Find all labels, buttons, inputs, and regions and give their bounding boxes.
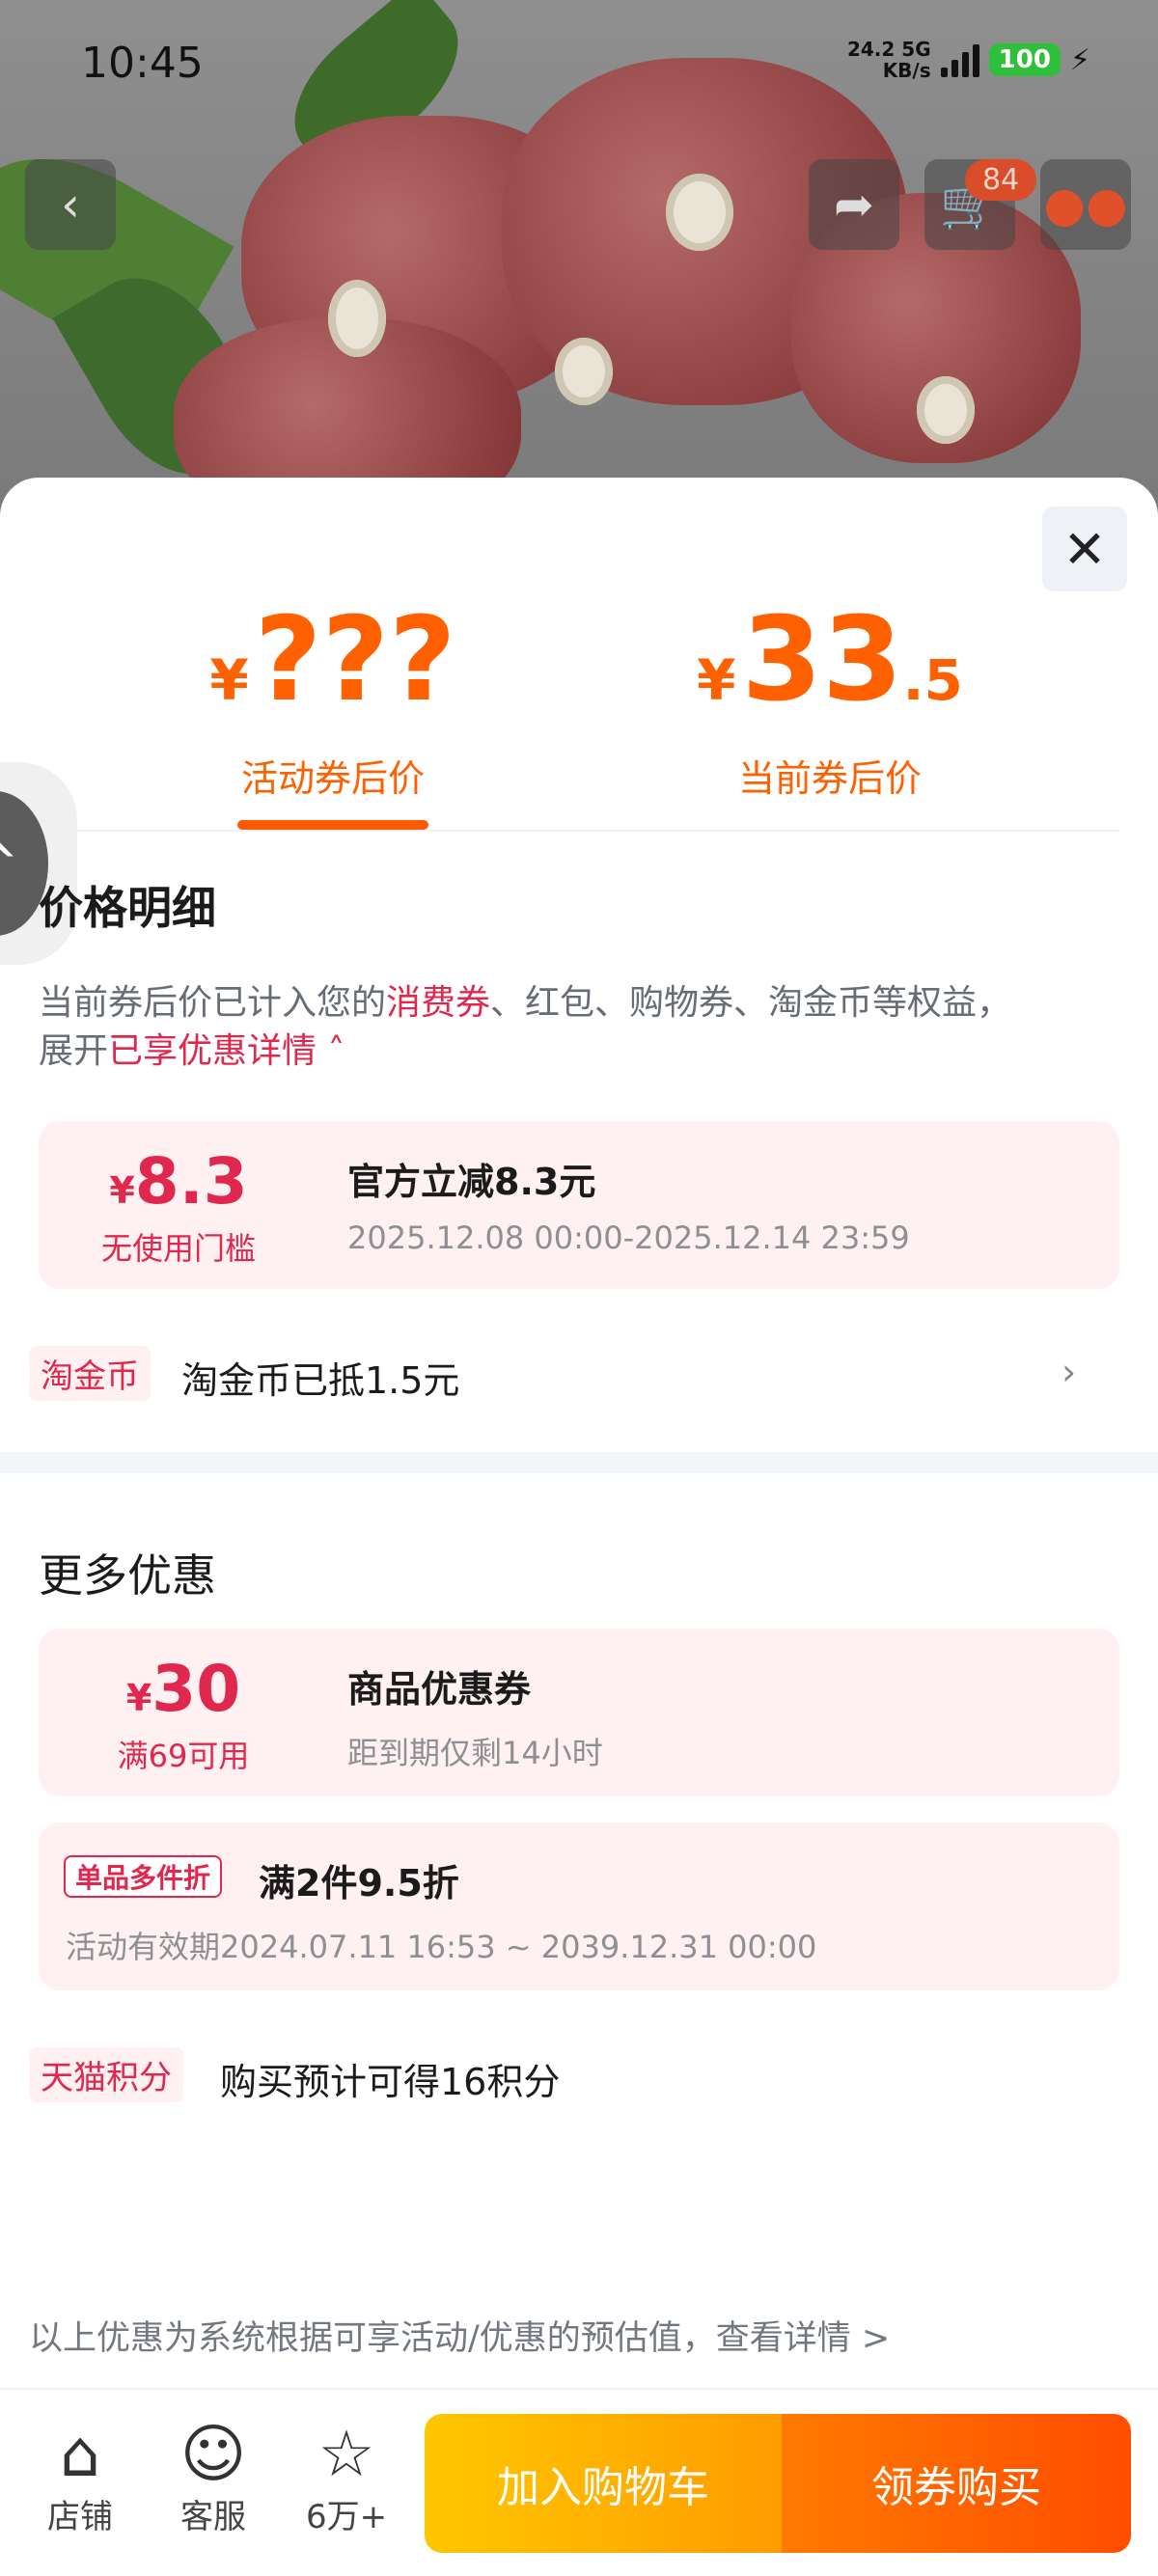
- bone-shape: [328, 280, 386, 357]
- current-price: ¥33.5: [697, 593, 963, 727]
- charging-icon: ⚡: [1069, 42, 1090, 77]
- current-price-label: 当前券后价: [737, 757, 922, 800]
- favorite-button[interactable]: ☆ 6万+: [293, 2419, 400, 2537]
- bottom-action-bar: ⌂ 店铺 ☺ 客服 ☆ 6万+ 加入购物车 领券购买: [0, 2388, 1158, 2576]
- coupon-validity: 2025.12.08 00:00-2025.12.14 23:59: [347, 1219, 910, 1256]
- product-coupon-expiry: 距到期仅剩14小时: [347, 1735, 603, 1771]
- back-button[interactable]: ‹: [25, 159, 116, 250]
- cart-count-badge: 84: [965, 159, 1037, 201]
- product-coupon-title: 商品优惠券: [347, 1668, 532, 1711]
- signal-icon: [940, 42, 979, 77]
- close-button[interactable]: ✕: [1042, 507, 1127, 591]
- battery-indicator: 100: [988, 43, 1061, 76]
- chevron-right-icon[interactable]: ›: [1062, 1351, 1076, 1393]
- status-time: 10:45: [81, 39, 204, 88]
- tab-current-price[interactable]: ¥33.5 当前券后价: [685, 598, 975, 802]
- multi-item-discount-card: 单品多件折 满2件9.5折 活动有效期2024.07.11 16:53 ~ 20…: [39, 1822, 1119, 1990]
- price-detail-desc: 当前券后价已计入您的消费券、红包、购物券、淘金币等权益， 展开已享优惠详情 ˄: [39, 983, 1012, 1071]
- points-text: 购买预计可得16积分: [220, 2061, 561, 2103]
- shop-button[interactable]: ⌂ 店铺: [27, 2419, 133, 2537]
- star-icon: ☆: [317, 2417, 375, 2491]
- status-indicators: 24.2 5G KB/s 100 ⚡: [847, 39, 1090, 81]
- bone-shape: [917, 376, 975, 444]
- multi-item-validity: 活动有效期2024.07.11 16:53 ~ 2039.12.31 00:00: [66, 1929, 817, 1965]
- product-coupon-amount: ¥30 满69可用: [117, 1652, 250, 1775]
- expand-details-link[interactable]: 已享优惠详情: [108, 1031, 317, 1071]
- applied-coupon-card: ¥8.3 无使用门槛 官方立减8.3元 2025.12.08 00:00-202…: [39, 1121, 1119, 1289]
- more-button[interactable]: ●●: [1040, 159, 1131, 250]
- multi-item-tag: 单品多件折: [64, 1855, 223, 1898]
- buy-with-coupon-button[interactable]: 领券购买: [782, 2414, 1131, 2553]
- chevron-up-icon: ˄: [317, 1031, 345, 1071]
- share-button[interactable]: ➦: [809, 159, 899, 250]
- bone-shape: [555, 338, 613, 405]
- section-separator: [0, 1452, 1158, 1473]
- active-tab-indicator: [237, 820, 428, 830]
- add-to-cart-button[interactable]: 加入购物车: [425, 2414, 782, 2553]
- activity-price: ¥???: [209, 593, 456, 727]
- chevron-left-icon: ‹: [61, 177, 80, 233]
- net-speed: 24.2 5G KB/s: [846, 38, 931, 82]
- close-icon: ✕: [1062, 518, 1107, 580]
- points-tag: 天猫积分: [29, 2047, 183, 2102]
- share-icon: ➦: [834, 177, 874, 233]
- price-detail-title: 价格明细: [39, 882, 216, 934]
- store-icon: ⌂: [60, 2417, 100, 2491]
- customer-service-button[interactable]: ☺ 客服: [160, 2419, 266, 2537]
- coupon-title: 官方立减8.3元: [347, 1161, 596, 1203]
- more-offers-title: 更多优惠: [39, 1549, 216, 1602]
- activity-price-label: 活动券后价: [240, 757, 425, 800]
- footer-note-link[interactable]: 以上优惠为系统根据可享活动/优惠的预估值，查看详情 >: [29, 2311, 890, 2360]
- product-image: 10:45 24.2 5G KB/s 100 ⚡: [0, 0, 1158, 521]
- smiley-icon: ☺: [179, 2417, 247, 2491]
- coupon-amount: ¥8.3 无使用门槛: [100, 1144, 256, 1268]
- bone-shape: [666, 174, 733, 251]
- more-icon: ●●: [1043, 177, 1128, 233]
- tab-activity-price[interactable]: ¥??? 活动券后价: [193, 598, 473, 802]
- coin-text[interactable]: 淘金币已抵1.5元: [181, 1351, 459, 1404]
- coin-tag: 淘金币: [29, 1346, 151, 1401]
- divider: [39, 830, 1119, 832]
- price-detail-sheet: ✕: [0, 478, 1158, 2576]
- multi-item-title: 满2件9.5折: [259, 1862, 459, 1905]
- product-coupon-card[interactable]: ¥30 满69可用 商品优惠券 距到期仅剩14小时: [39, 1629, 1119, 1796]
